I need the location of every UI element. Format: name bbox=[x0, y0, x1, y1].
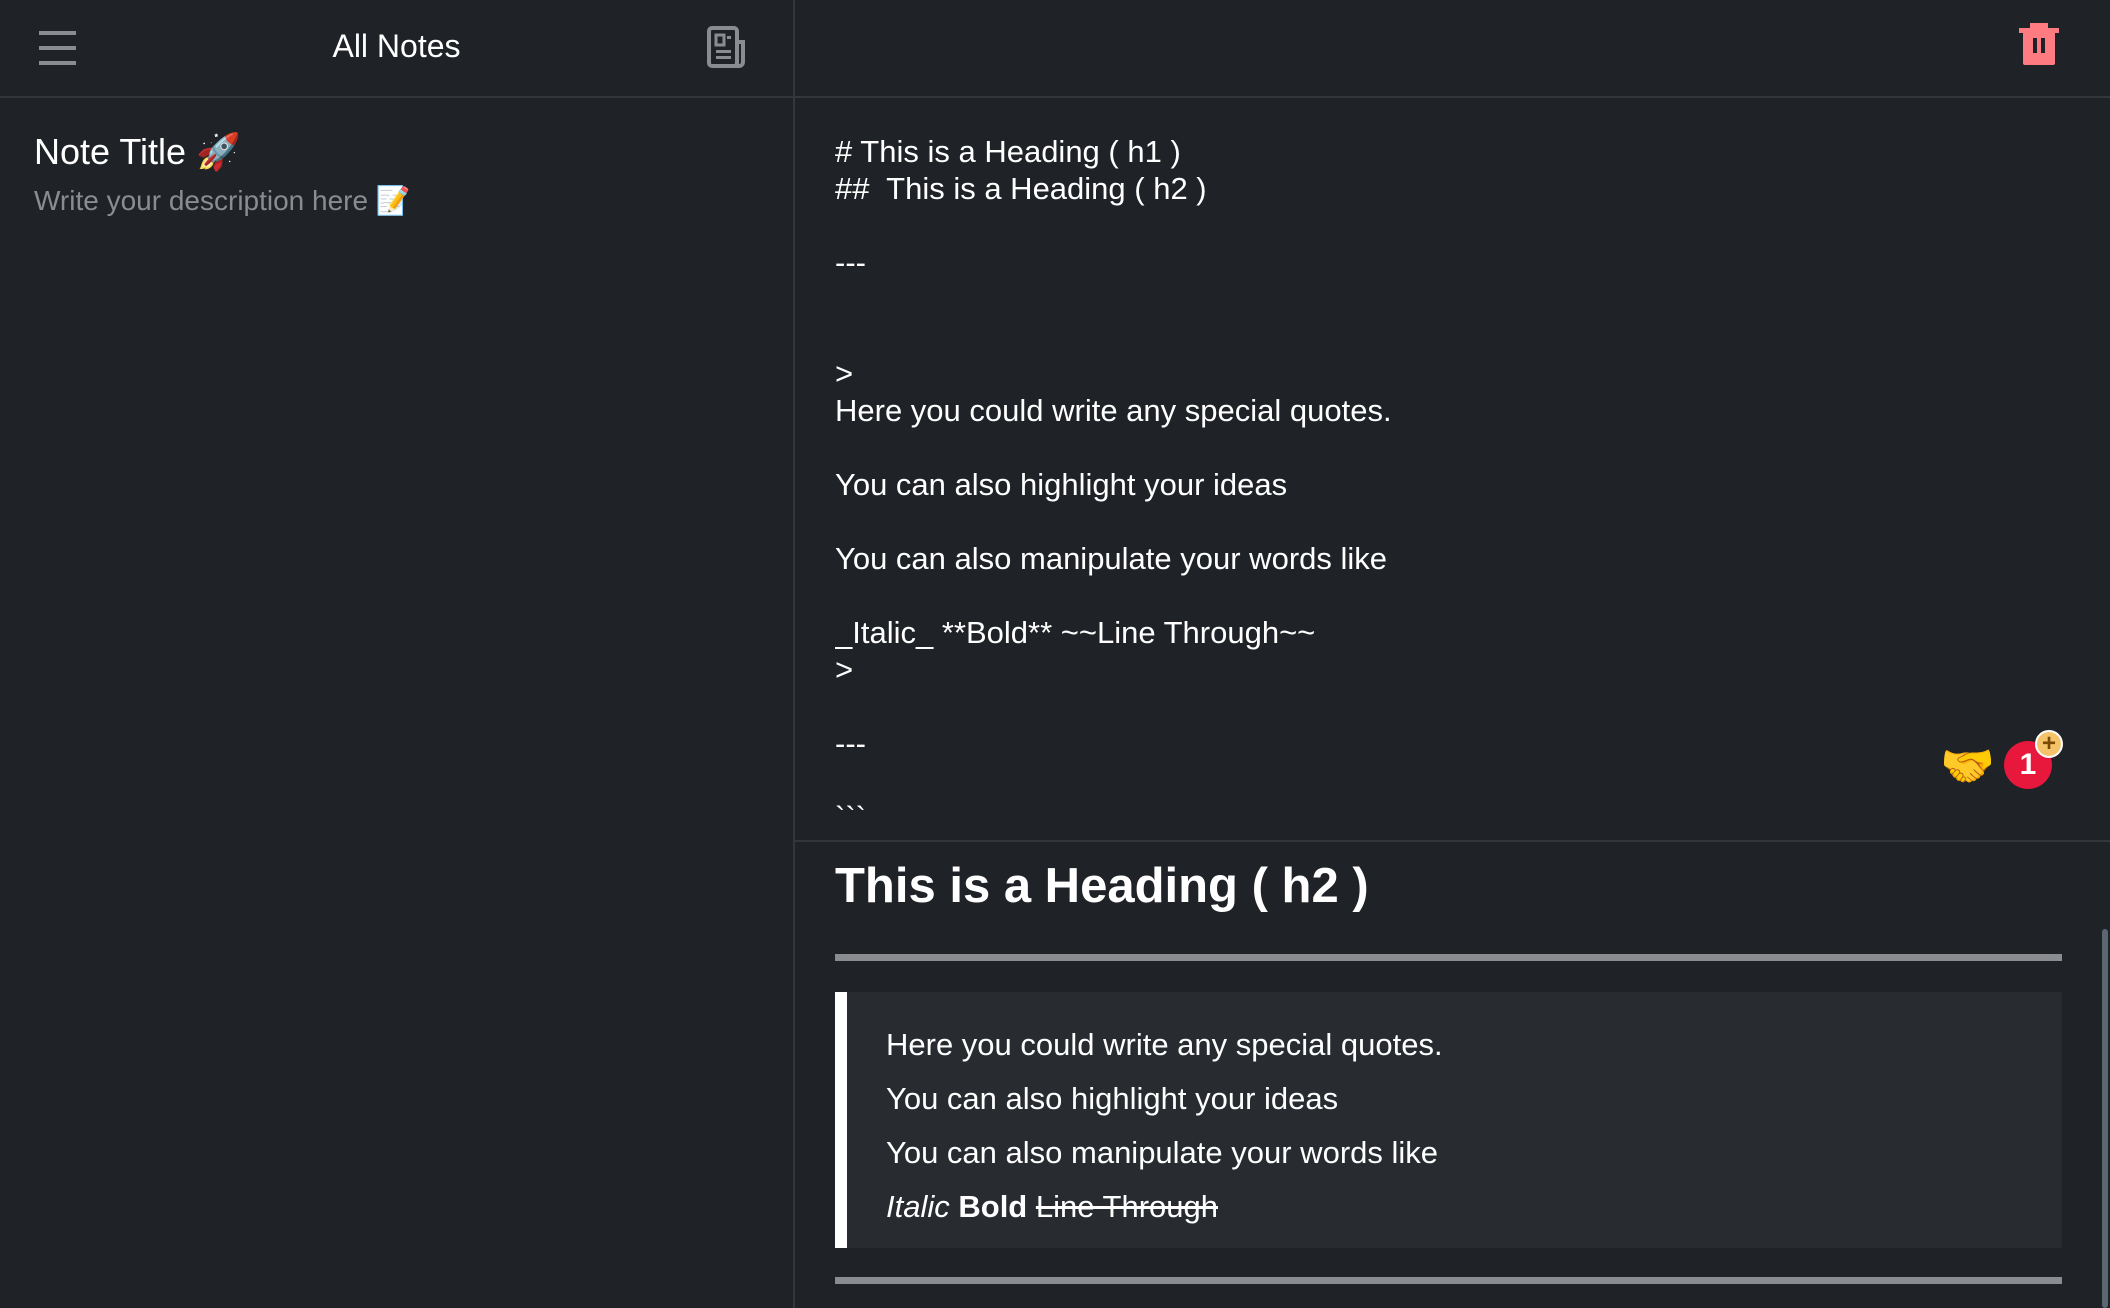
italic-text: Italic bbox=[886, 1189, 950, 1224]
blockquote: Here you could write any special quotes.… bbox=[835, 992, 2062, 1248]
bold-text: Bold bbox=[958, 1189, 1028, 1224]
strikethrough-text: Line Through bbox=[1035, 1189, 1218, 1224]
quote-line: You can also highlight your ideas bbox=[886, 1081, 1339, 1116]
main-pane: # This is a Heading ( h1 ) ## This is a … bbox=[795, 0, 2110, 1308]
markdown-editor: # This is a Heading ( h1 ) ## This is a … bbox=[795, 98, 2110, 842]
trash-icon[interactable] bbox=[2019, 23, 2059, 65]
note-description: Write your description here 📝 bbox=[34, 185, 411, 216]
quote-formatting-line: Italic Bold Line Through bbox=[886, 1180, 2062, 1234]
preview-scrollbar[interactable] bbox=[2102, 929, 2108, 1308]
markdown-input[interactable]: # This is a Heading ( h1 ) ## This is a … bbox=[835, 133, 2110, 833]
main-header bbox=[795, 0, 2110, 98]
horizontal-rule bbox=[835, 954, 2062, 961]
sidebar-title: All Notes bbox=[332, 28, 461, 64]
plus-icon[interactable]: + bbox=[2035, 730, 2063, 758]
horizontal-rule bbox=[835, 1277, 2062, 1284]
markdown-preview: This is a Heading ( h2 ) Here you could … bbox=[795, 842, 2110, 1308]
quote-line: You can also manipulate your words like bbox=[886, 1135, 1439, 1170]
quote-line: Here you could write any special quotes. bbox=[886, 1027, 1443, 1062]
newspaper-icon[interactable] bbox=[707, 26, 747, 68]
note-title: Note Title 🚀 bbox=[34, 131, 241, 172]
handshake-icon[interactable]: 🤝 bbox=[1940, 740, 1995, 792]
preview-heading: This is a Heading ( h2 ) bbox=[835, 859, 1369, 913]
sidebar: All Notes Note Title 🚀 Write your descri… bbox=[0, 0, 795, 1308]
note-list-item[interactable]: Note Title 🚀 Write your description here… bbox=[34, 130, 773, 217]
sidebar-header: All Notes bbox=[0, 0, 793, 98]
